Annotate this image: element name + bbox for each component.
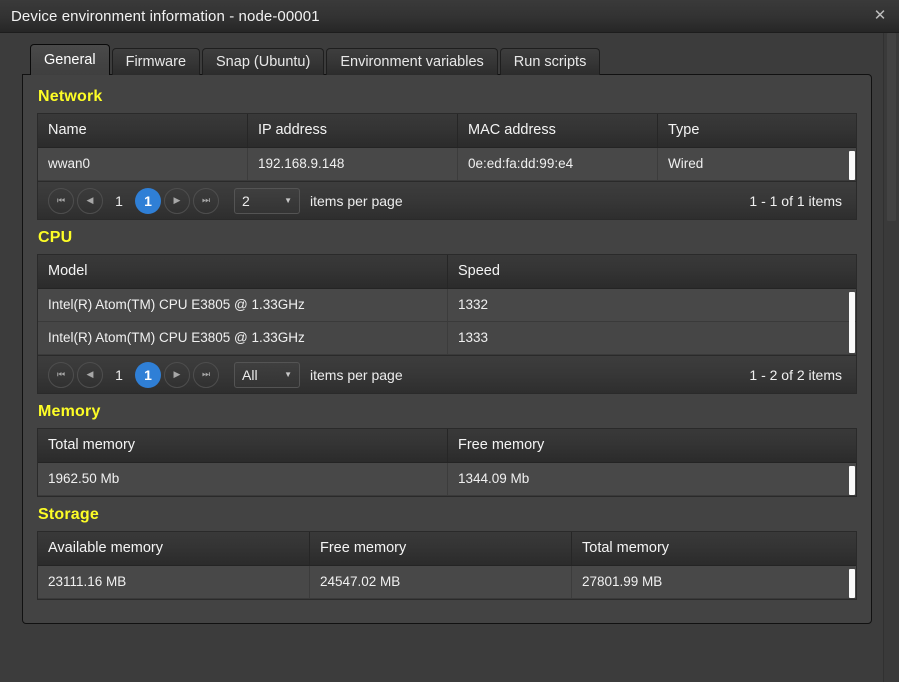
cpu-col-speed[interactable]: Speed (448, 255, 856, 288)
network-col-ip[interactable]: IP address (248, 114, 458, 147)
cpu-table: Model Speed Intel(R) Atom(TM) CPU E3805 … (37, 254, 857, 356)
storage-table: Available memory Free memory Total memor… (37, 531, 857, 600)
network-page-size-label: items per page (310, 192, 403, 209)
cpu-page-number[interactable]: 1 (106, 362, 132, 388)
tab-bar: General Firmware Snap (Ubuntu) Environme… (22, 44, 872, 75)
last-page-icon[interactable]: ⏭ (193, 361, 219, 388)
cpu-item-count: 1 - 2 of 2 items (749, 366, 842, 383)
memory-cell-total: 1962.50 Mb (38, 463, 448, 495)
memory-col-total[interactable]: Total memory (38, 429, 448, 462)
section-network-title: Network (38, 88, 103, 105)
table-row[interactable]: wwan0 192.168.9.148 0e:ed:fa:dd:99:e4 Wi… (38, 148, 856, 181)
storage-cell-total: 27801.99 MB (582, 574, 663, 589)
storage-col-total[interactable]: Total memory (572, 532, 856, 565)
first-page-icon[interactable]: ⏮ (48, 361, 74, 388)
section-storage: Storage Available memory Free memory Tot… (37, 506, 857, 600)
network-pager: ⏮ ◀ 1 1 ▶ ⏭ 2 ▼ items per page 1 - 1 of … (37, 182, 857, 220)
network-table: Name IP address MAC address Type wwan0 1… (37, 113, 857, 182)
cpu-cell-model: Intel(R) Atom(TM) CPU E3805 @ 1.33GHz (38, 289, 448, 321)
network-item-count: 1 - 1 of 1 items (749, 192, 842, 209)
close-icon[interactable]: ✕ (871, 7, 889, 25)
section-memory-title: Memory (38, 403, 101, 420)
dialog-scrollbar[interactable] (883, 33, 899, 682)
storage-table-scrollbar[interactable] (849, 569, 855, 598)
cpu-cell-speed: 1332 (458, 297, 489, 312)
cpu-page-size-value: All (242, 366, 258, 383)
storage-cell-free: 24547.02 MB (310, 566, 572, 598)
tab-environment-variables[interactable]: Environment variables (326, 48, 498, 75)
section-memory: Memory Total memory Free memory 1962.50 … (37, 403, 857, 497)
network-page-size-value: 2 (242, 192, 250, 209)
window-titlebar: Device environment information - node-00… (0, 0, 899, 33)
memory-col-free[interactable]: Free memory (448, 429, 856, 462)
tab-snap-ubuntu[interactable]: Snap (Ubuntu) (202, 48, 325, 75)
first-page-icon[interactable]: ⏮ (48, 187, 74, 214)
network-cell-type: Wired (668, 156, 704, 171)
memory-table-header: Total memory Free memory (38, 429, 856, 463)
tab-run-scripts-label: Run scripts (513, 54, 587, 70)
network-cell-ip: 192.168.9.148 (248, 148, 458, 180)
cpu-pager: ⏮ ◀ 1 1 ▶ ⏭ All ▼ items per page 1 - 2 o… (37, 356, 857, 394)
network-cell-name: wwan0 (38, 148, 248, 180)
tab-run-scripts[interactable]: Run scripts (499, 48, 601, 75)
storage-table-header: Available memory Free memory Total memor… (38, 532, 856, 566)
window-title: Device environment information - node-00… (11, 7, 320, 25)
network-col-name[interactable]: Name (38, 114, 248, 147)
tab-panel-general: Network Name IP address MAC address Type… (22, 74, 872, 624)
next-page-icon[interactable]: ▶ (164, 187, 190, 214)
cpu-cell-speed: 1333 (458, 330, 489, 345)
table-row[interactable]: 23111.16 MB 24547.02 MB 27801.99 MB (38, 566, 856, 599)
network-cell-mac: 0e:ed:fa:dd:99:e4 (458, 148, 658, 180)
section-network: Network Name IP address MAC address Type… (37, 88, 857, 220)
section-storage-title: Storage (38, 506, 99, 523)
previous-page-icon[interactable]: ◀ (77, 187, 103, 214)
network-table-scrollbar[interactable] (849, 151, 855, 180)
tab-firmware[interactable]: Firmware (111, 48, 201, 75)
tab-environment-variables-label: Environment variables (340, 54, 484, 70)
previous-page-icon[interactable]: ◀ (77, 361, 103, 388)
cpu-cell-model: Intel(R) Atom(TM) CPU E3805 @ 1.33GHz (38, 322, 448, 354)
table-row[interactable]: 1962.50 Mb 1344.09 Mb (38, 463, 856, 496)
table-row[interactable]: Intel(R) Atom(TM) CPU E3805 @ 1.33GHz 13… (38, 322, 856, 355)
network-page-size-select[interactable]: 2 ▼ (234, 187, 300, 214)
cpu-page-current[interactable]: 1 (135, 361, 161, 388)
dialog-body: General Firmware Snap (Ubuntu) Environme… (0, 33, 899, 682)
tab-general-label: General (44, 52, 96, 68)
storage-cell-available: 23111.16 MB (38, 566, 310, 598)
memory-table: Total memory Free memory 1962.50 Mb 1344… (37, 428, 857, 497)
tab-general[interactable]: General (30, 44, 110, 75)
network-table-header: Name IP address MAC address Type (38, 114, 856, 148)
chevron-down-icon: ▼ (284, 370, 292, 379)
network-page-number[interactable]: 1 (106, 188, 132, 214)
section-cpu: CPU Model Speed Intel(R) Atom(TM) CPU E3… (37, 229, 857, 394)
network-col-type[interactable]: Type (658, 114, 856, 147)
cpu-col-model[interactable]: Model (38, 255, 448, 288)
network-col-mac[interactable]: MAC address (458, 114, 658, 147)
table-row[interactable]: Intel(R) Atom(TM) CPU E3805 @ 1.33GHz 13… (38, 289, 856, 322)
section-cpu-title: CPU (38, 229, 73, 246)
storage-col-available[interactable]: Available memory (38, 532, 310, 565)
tab-firmware-label: Firmware (125, 54, 187, 70)
network-page-current[interactable]: 1 (135, 187, 161, 214)
cpu-page-size-label: items per page (310, 366, 403, 383)
last-page-icon[interactable]: ⏭ (193, 187, 219, 214)
device-info-panel: General Firmware Snap (Ubuntu) Environme… (22, 44, 872, 624)
next-page-icon[interactable]: ▶ (164, 361, 190, 388)
chevron-down-icon: ▼ (284, 196, 292, 205)
tab-snap-ubuntu-label: Snap (Ubuntu) (216, 54, 311, 70)
cpu-table-header: Model Speed (38, 255, 856, 289)
storage-col-free[interactable]: Free memory (310, 532, 572, 565)
dialog-scrollbar-thumb[interactable] (887, 33, 896, 221)
memory-cell-free: 1344.09 Mb (458, 471, 530, 486)
memory-table-scrollbar[interactable] (849, 466, 855, 495)
cpu-table-scrollbar[interactable] (849, 292, 855, 353)
cpu-page-size-select[interactable]: All ▼ (234, 361, 300, 388)
